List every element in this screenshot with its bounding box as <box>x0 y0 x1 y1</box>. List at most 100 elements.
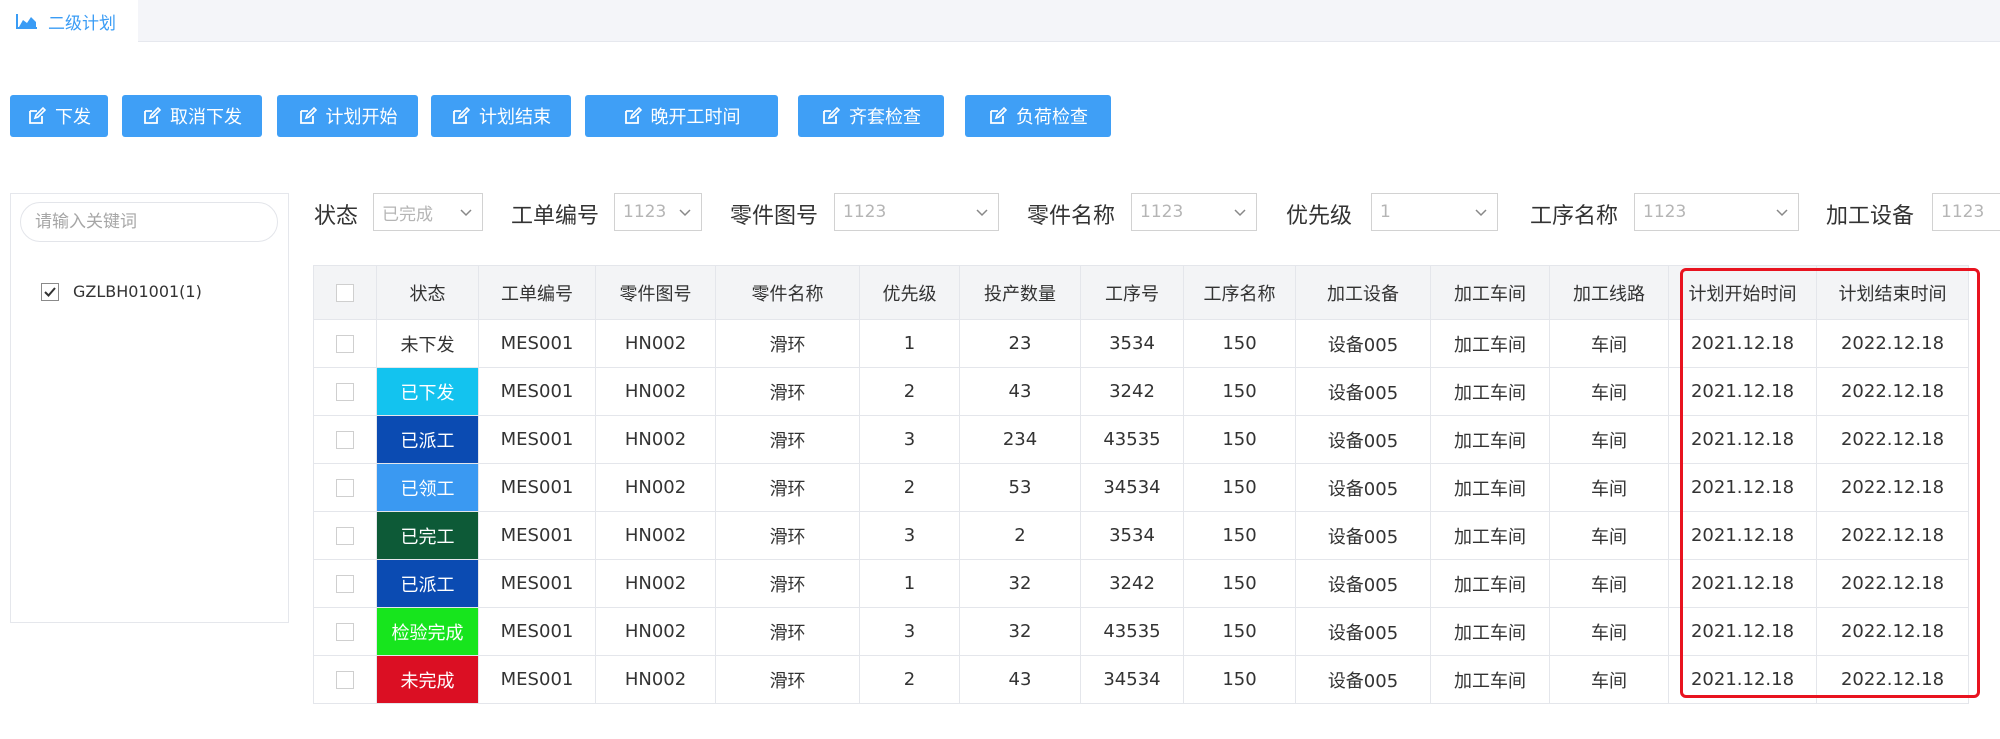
table-cell: HN002 <box>595 319 716 368</box>
filter-priority-select[interactable]: 1 <box>1371 193 1498 231</box>
row-checkbox[interactable] <box>336 383 354 401</box>
table-cell: 2021.12.18 <box>1668 319 1817 368</box>
table-cell: 滑环 <box>715 559 860 608</box>
table-cell: 2022.12.18 <box>1816 607 1969 656</box>
load-check-button[interactable]: 负荷检查 <box>965 95 1111 137</box>
row-checkbox[interactable] <box>336 335 354 353</box>
table-cell: 150 <box>1183 463 1296 512</box>
row-select-cell[interactable] <box>313 319 377 368</box>
cancel-dispatch-button[interactable]: 取消下发 <box>122 95 262 137</box>
row-checkbox[interactable] <box>336 527 354 545</box>
row-select-cell[interactable] <box>313 367 377 416</box>
row-select-cell[interactable] <box>313 559 377 608</box>
table-row[interactable]: 已完工 MES001 HN002 滑环 3 2 3534 150 设备005 加工车间 车间 2021… <box>313 511 1969 560</box>
row-select-cell[interactable] <box>313 463 377 512</box>
row-checkbox[interactable] <box>336 479 354 497</box>
edit-icon <box>144 106 162 124</box>
table-header: 加工线路 <box>1549 265 1669 320</box>
filter-part-name-select[interactable]: 1123 <box>1131 193 1257 231</box>
table-cell: 2022.12.18 <box>1816 511 1969 560</box>
tree-item-label: GZLBH01001(1) <box>73 282 202 301</box>
table-cell: 滑环 <box>715 511 860 560</box>
late-start-time-button[interactable]: 晚开工时间 <box>585 95 778 137</box>
plan-end-button[interactable]: 计划结束 <box>431 95 571 137</box>
table-cell: 2 <box>859 463 960 512</box>
table-cell: MES001 <box>478 511 596 560</box>
tab-secondary-plan[interactable]: 二级计划 <box>0 0 138 42</box>
filter-equipment-select[interactable]: 1123 <box>1932 193 2000 231</box>
row-select-cell[interactable] <box>313 655 377 704</box>
row-checkbox[interactable] <box>336 575 354 593</box>
status-badge: 已派工 <box>376 559 479 608</box>
filter-process-name-select[interactable]: 1123 <box>1634 193 1799 231</box>
row-select-cell[interactable] <box>313 607 377 656</box>
table-cell: 车间 <box>1549 463 1669 512</box>
table-cell: 设备005 <box>1295 607 1431 656</box>
table-cell: 2 <box>959 511 1081 560</box>
tree-panel: GZLBH01001(1) <box>10 193 289 623</box>
table-cell: 32 <box>959 559 1081 608</box>
table-cell: 3242 <box>1080 559 1184 608</box>
table-cell: HN002 <box>595 415 716 464</box>
kit-check-button[interactable]: 齐套检查 <box>798 95 944 137</box>
row-checkbox[interactable] <box>336 671 354 689</box>
table-header-row: 状态 工单编号 零件图号 零件名称 优先级 投产数量 工序号 工序名称 加工设备… <box>313 265 1969 320</box>
table-row[interactable]: 已派工 MES001 HN002 滑环 1 32 3242 150 设备005 加工车间 车间 202… <box>313 559 1969 608</box>
table-cell: 加工车间 <box>1430 367 1550 416</box>
plan-start-button[interactable]: 计划开始 <box>277 95 418 137</box>
table-cell: 加工车间 <box>1430 463 1550 512</box>
table-cell: 43535 <box>1080 415 1184 464</box>
table-cell: HN002 <box>595 463 716 512</box>
table-row[interactable]: 检验完成 MES001 HN002 滑环 3 32 43535 150 设备005 加工车间 车间 2… <box>313 607 1969 656</box>
keyword-search-input[interactable] <box>20 202 278 242</box>
filter-part-drawing-select[interactable]: 1123 <box>834 193 999 231</box>
table-cell: 3 <box>859 415 960 464</box>
table-cell: 150 <box>1183 511 1296 560</box>
table-row[interactable]: 已下发 MES001 HN002 滑环 2 43 3242 150 设备005 加工车间 车间 202… <box>313 367 1969 416</box>
row-checkbox[interactable] <box>336 431 354 449</box>
tree-item-checkbox[interactable] <box>41 282 59 301</box>
filter-label-process-name: 工序名称 <box>1530 204 1619 229</box>
filter-work-order-select[interactable]: 1123 <box>614 193 702 231</box>
table-row[interactable]: 未完成 MES001 HN002 滑环 2 43 34534 150 设备005 加工车间 车间 20… <box>313 655 1969 704</box>
table-cell: 加工车间 <box>1430 655 1550 704</box>
table-cell: 1 <box>859 559 960 608</box>
table-cell: 滑环 <box>715 319 860 368</box>
row-select-cell[interactable] <box>313 415 377 464</box>
chevron-down-icon <box>1776 209 1788 217</box>
table-cell: 150 <box>1183 367 1296 416</box>
header-select-all[interactable] <box>313 265 377 320</box>
table-cell: 3534 <box>1080 511 1184 560</box>
table-cell: 设备005 <box>1295 559 1431 608</box>
table-cell: 加工车间 <box>1430 415 1550 464</box>
edit-icon <box>299 106 317 124</box>
table-cell: MES001 <box>478 319 596 368</box>
table-row[interactable]: 未下发 MES001 HN002 滑环 1 23 3534 150 设备005 加工车间 车间 202… <box>313 319 1969 368</box>
table-cell: 43 <box>959 655 1081 704</box>
table-cell: MES001 <box>478 655 596 704</box>
table-header: 状态 <box>376 265 479 320</box>
table-cell: 150 <box>1183 415 1296 464</box>
table-cell: 车间 <box>1549 367 1669 416</box>
table-cell: 1 <box>859 319 960 368</box>
row-checkbox[interactable] <box>336 623 354 641</box>
table-header: 计划结束时间 <box>1816 265 1969 320</box>
table-header: 工序名称 <box>1183 265 1296 320</box>
table-cell: 150 <box>1183 655 1296 704</box>
table-cell: 设备005 <box>1295 319 1431 368</box>
filter-label-equipment: 加工设备 <box>1826 204 1915 229</box>
table-row[interactable]: 已派工 MES001 HN002 滑环 3 234 43535 150 设备005 加工车间 车间 2… <box>313 415 1969 464</box>
edit-icon <box>990 106 1008 124</box>
table-cell: MES001 <box>478 559 596 608</box>
table-header: 工单编号 <box>478 265 596 320</box>
select-all-checkbox[interactable] <box>336 284 354 302</box>
table-row[interactable]: 已领工 MES001 HN002 滑环 2 53 34534 150 设备005 加工车间 车间 20… <box>313 463 1969 512</box>
table-cell: 2 <box>859 655 960 704</box>
row-select-cell[interactable] <box>313 511 377 560</box>
table-cell: 车间 <box>1549 559 1669 608</box>
tab-label: 二级计划 <box>48 13 116 34</box>
edit-icon <box>823 106 841 124</box>
filter-status-select[interactable]: 已完成 <box>373 193 483 231</box>
tree-item[interactable]: GZLBH01001(1) <box>41 282 202 301</box>
dispatch-button[interactable]: 下发 <box>10 95 108 137</box>
